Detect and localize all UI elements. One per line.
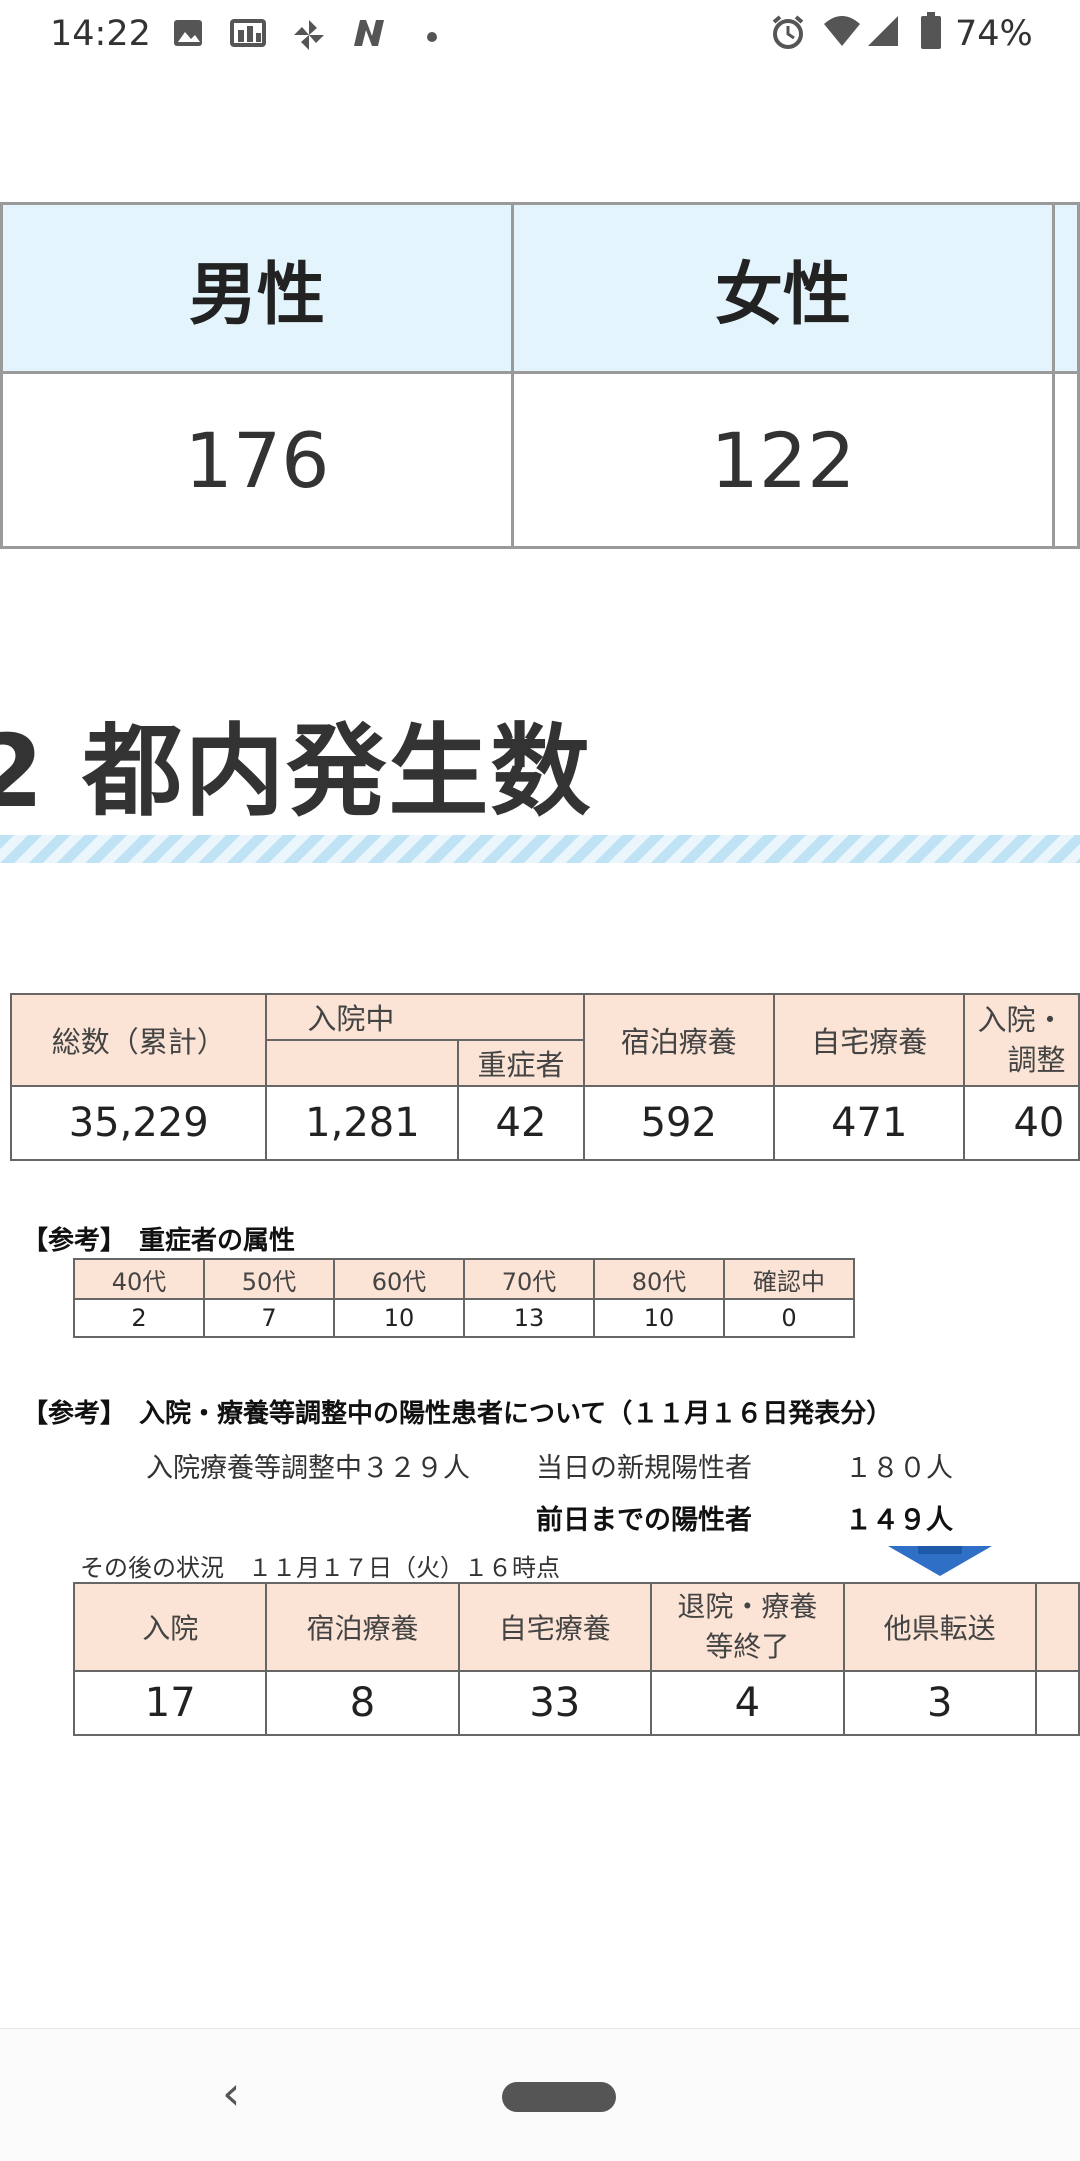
battery-percent: 74% bbox=[955, 14, 1033, 54]
down-arrow-icon bbox=[888, 1546, 992, 1576]
age-header: 50代 bbox=[203, 1258, 335, 1300]
header-cut-off bbox=[1052, 202, 1080, 374]
age-header: 80代 bbox=[593, 1258, 725, 1300]
section-divider bbox=[0, 835, 1080, 863]
dot-icon bbox=[426, 28, 438, 42]
header-hotel: 宿泊療養 bbox=[582, 993, 776, 1087]
value-hospitalized: 1,281 bbox=[265, 1085, 460, 1161]
wifi-icon bbox=[822, 14, 860, 46]
alarm-icon bbox=[770, 14, 804, 49]
status-header-cut-off bbox=[1034, 1582, 1080, 1672]
header-hospitalized-spacer bbox=[265, 1040, 459, 1087]
value-home: 471 bbox=[772, 1085, 966, 1161]
status-value: 33 bbox=[457, 1670, 653, 1736]
previous-positive-label: 前日までの陽性者 bbox=[536, 1505, 752, 1536]
value-severe: 42 bbox=[457, 1085, 585, 1161]
signal-icon bbox=[866, 14, 900, 46]
severe-attributes-title: 【参考】 重症者の属性 bbox=[22, 1226, 296, 1256]
age-header: 確認中 bbox=[723, 1258, 855, 1300]
status-header: 他県転送 bbox=[842, 1582, 1037, 1672]
header-adjusting-line1: 入院・ bbox=[977, 1003, 1065, 1037]
battery-icon bbox=[920, 12, 942, 50]
status-value-cut-off bbox=[1034, 1670, 1080, 1736]
age-value: 13 bbox=[463, 1298, 595, 1338]
age-value: 7 bbox=[203, 1298, 335, 1338]
value-female: 122 bbox=[511, 371, 1055, 549]
status-value: 3 bbox=[842, 1670, 1037, 1736]
status-header: 自宅療養 bbox=[457, 1582, 653, 1672]
adjusting-count: 入院療養等調整中３２９人 bbox=[146, 1453, 470, 1484]
age-value: 0 bbox=[723, 1298, 855, 1338]
status-value: 4 bbox=[650, 1670, 845, 1736]
header-adjusting: 入院・ 調整 bbox=[963, 993, 1080, 1087]
value-cut-off bbox=[1052, 371, 1080, 549]
header-hospitalized: 入院中 bbox=[265, 993, 585, 1041]
section-title: 2 都内発生数 bbox=[0, 713, 593, 830]
header-female: 女性 bbox=[511, 202, 1055, 374]
summary-table: 総数（累計） 入院中 宿泊療養 自宅療養 入院・ 調整 重症者 35,229 1… bbox=[9, 993, 1080, 1161]
header-severe: 重症者 bbox=[457, 1039, 585, 1087]
header-home: 自宅療養 bbox=[772, 993, 966, 1087]
status-header: 宿泊療養 bbox=[265, 1582, 460, 1672]
age-header: 70代 bbox=[463, 1258, 595, 1300]
gender-table: 男性 女性 176 122 bbox=[0, 202, 1080, 549]
previous-positive-value: １４９人 bbox=[845, 1505, 953, 1536]
new-positive-label: 当日の新規陽性者 bbox=[536, 1453, 752, 1484]
back-button[interactable]: ‹ bbox=[222, 2066, 240, 2120]
status-header: 入院 bbox=[72, 1582, 268, 1672]
pinwheel-icon bbox=[292, 18, 326, 50]
value-total: 35,229 bbox=[9, 1085, 268, 1161]
value-hotel: 592 bbox=[582, 1085, 776, 1161]
value-male: 176 bbox=[0, 371, 514, 549]
status-table: 入院 宿泊療養 自宅療養 退院・療養 等終了 他県転送 17 8 33 4 3 bbox=[72, 1582, 1080, 1736]
severe-attributes-table: 40代 50代 60代 70代 80代 確認中 2 7 10 13 10 0 bbox=[73, 1258, 855, 1338]
status-header: 退院・療養 等終了 bbox=[650, 1582, 845, 1672]
adjusting-info-title: 【参考】 入院・療養等調整中の陽性患者について（１１月１６日発表分） bbox=[22, 1399, 893, 1429]
after-status-label: その後の状況 １１月１７日（火）１６時点 bbox=[80, 1554, 560, 1582]
age-header: 60代 bbox=[333, 1258, 465, 1300]
home-pill-button[interactable] bbox=[502, 2082, 616, 2112]
header-male: 男性 bbox=[0, 202, 514, 374]
age-value: 2 bbox=[73, 1298, 205, 1338]
age-value: 10 bbox=[333, 1298, 465, 1338]
status-value: 17 bbox=[72, 1670, 268, 1736]
cut-off-heading bbox=[60, 42, 280, 72]
status-value: 8 bbox=[265, 1670, 460, 1736]
header-total: 総数（累計） bbox=[9, 993, 268, 1087]
header-adjusting-line2: 調整 bbox=[1007, 1043, 1066, 1077]
age-header: 40代 bbox=[73, 1258, 205, 1300]
value-adjusting: 40 bbox=[963, 1085, 1080, 1161]
n-app-icon bbox=[350, 18, 384, 48]
age-value: 10 bbox=[593, 1298, 725, 1338]
new-positive-value: １８０人 bbox=[845, 1453, 953, 1484]
